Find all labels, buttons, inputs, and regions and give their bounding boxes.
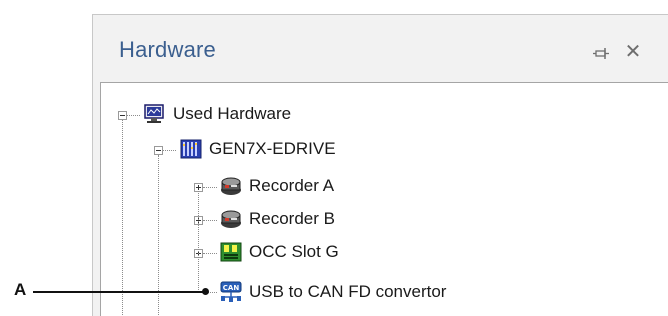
- tree-node-label: Used Hardware: [173, 104, 292, 123]
- tree-node-label: Recorder A: [249, 176, 335, 195]
- callout-pointer-dot: [202, 288, 209, 295]
- recorder-icon: [219, 175, 243, 197]
- tree-guide-line: [126, 115, 140, 116]
- monitor-icon: [143, 103, 167, 125]
- tree-guide-line: [203, 187, 217, 188]
- tree-node-recorder-a[interactable]: Recorder A: [219, 173, 334, 199]
- tree-guide-line: [203, 253, 217, 254]
- root-collapse-toggle[interactable]: [118, 111, 127, 120]
- tree-node-label: OCC Slot G: [249, 242, 339, 261]
- tree-guide-line: [122, 120, 123, 316]
- tree-guide-line: [198, 191, 199, 292]
- tree-node-usb-to-can-fd-convertor[interactable]: CAN USB to CAN FD convertor: [219, 279, 446, 305]
- tree-guide-line: [162, 150, 176, 151]
- callout-leader-line: [33, 291, 204, 293]
- tree-node-recorder-b[interactable]: Recorder B: [219, 206, 335, 232]
- tree-node-occ-slot-g[interactable]: OCC Slot G: [219, 239, 339, 265]
- tree-guide-line: [203, 220, 217, 221]
- callout-label: A: [14, 280, 27, 299]
- panel-title: Hardware: [119, 37, 216, 62]
- recorder-icon: [219, 208, 243, 230]
- can-usb-icon: CAN: [219, 281, 243, 303]
- screenshot-stage: Hardware ✕ Used Hardware GEN7X-EDRIVE Re…: [0, 0, 668, 316]
- tree-node-label: GEN7X-EDRIVE: [209, 139, 336, 158]
- svg-text:CAN: CAN: [223, 284, 240, 292]
- hardware-tree: Used Hardware GEN7X-EDRIVE Recorder A Re…: [100, 82, 668, 316]
- tree-node-label: Recorder B: [249, 209, 335, 228]
- tree-node-used-hardware[interactable]: Used Hardware: [143, 101, 291, 127]
- tree-node-label: USB to CAN FD convertor: [249, 282, 447, 301]
- close-icon[interactable]: ✕: [623, 42, 643, 62]
- tree-node-gen7x-edrive[interactable]: GEN7X-EDRIVE: [179, 136, 336, 162]
- mainframe-icon: [179, 138, 203, 160]
- pin-icon[interactable]: [592, 45, 610, 63]
- occ-board-icon: [219, 241, 243, 263]
- device-collapse-toggle[interactable]: [154, 146, 163, 155]
